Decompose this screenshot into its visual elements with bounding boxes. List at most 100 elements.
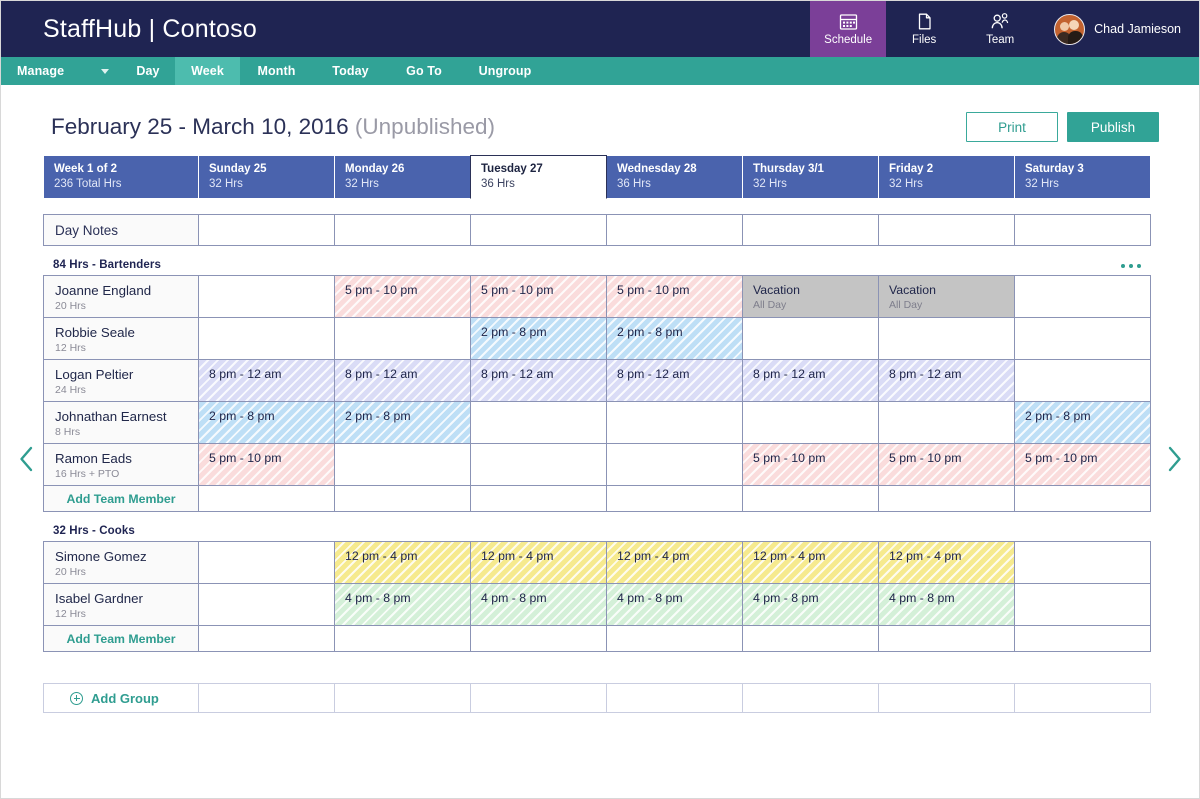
day-column-header[interactable]: Thursday 3/132 Hrs xyxy=(742,155,879,199)
ellipsis-icon[interactable] xyxy=(1121,264,1155,271)
day-column-header[interactable]: Sunday 2532 Hrs xyxy=(198,155,335,199)
shift-cell[interactable]: 5 pm - 10 pm xyxy=(606,275,743,318)
day-notes-cell[interactable] xyxy=(742,214,879,246)
day-notes-cell[interactable] xyxy=(198,214,335,246)
publish-button[interactable]: Publish xyxy=(1067,112,1159,142)
tab-schedule[interactable]: Schedule xyxy=(810,1,886,57)
day-notes-cell[interactable] xyxy=(470,214,607,246)
shift-cell[interactable]: 2 pm - 8 pm xyxy=(1014,401,1151,444)
shift-cell[interactable]: 8 pm - 12 am xyxy=(606,359,743,402)
empty-shift-cell[interactable] xyxy=(606,443,743,486)
day-column-header[interactable]: Monday 2632 Hrs xyxy=(334,155,471,199)
empty-shift-cell[interactable] xyxy=(1014,275,1151,318)
shift-cell[interactable]: 5 pm - 10 pm xyxy=(334,275,471,318)
day-column-header[interactable]: Wednesday 2836 Hrs xyxy=(606,155,743,199)
shift-cell[interactable]: 8 pm - 12 am xyxy=(470,359,607,402)
cmd-day[interactable]: Day xyxy=(121,57,175,85)
add-group-filler-cell xyxy=(198,683,335,713)
empty-shift-cell[interactable] xyxy=(198,541,335,584)
empty-shift-cell[interactable] xyxy=(606,401,743,444)
shift-cell[interactable]: 12 pm - 4 pm xyxy=(606,541,743,584)
shift-cell[interactable]: 8 pm - 12 am xyxy=(878,359,1015,402)
user-profile-chip[interactable]: Chad Jamieson xyxy=(1038,1,1199,57)
shift-cell[interactable]: 4 pm - 8 pm xyxy=(470,583,607,626)
member-hours: 20 Hrs xyxy=(55,299,198,313)
member-name-cell[interactable]: Ramon Eads16 Hrs + PTO xyxy=(43,443,199,486)
shift-cell[interactable]: VacationAll Day xyxy=(878,275,1015,318)
empty-shift-cell[interactable] xyxy=(1014,359,1151,402)
empty-shift-cell[interactable] xyxy=(878,401,1015,444)
day-notes-cell[interactable] xyxy=(878,214,1015,246)
add-group-button[interactable]: Add Group xyxy=(43,683,199,713)
empty-shift-cell[interactable] xyxy=(198,583,335,626)
shift-cell[interactable]: VacationAll Day xyxy=(742,275,879,318)
shift-cell[interactable]: 8 pm - 12 am xyxy=(742,359,879,402)
day-column-header[interactable]: Tuesday 2736 Hrs xyxy=(470,155,607,199)
member-name-cell[interactable]: Simone Gomez20 Hrs xyxy=(43,541,199,584)
previous-week-button[interactable] xyxy=(13,443,39,475)
empty-shift-cell[interactable] xyxy=(470,401,607,444)
week-summary-header[interactable]: Week 1 of 2236 Total Hrs xyxy=(43,155,199,199)
empty-shift-cell[interactable] xyxy=(742,401,879,444)
schedule-page: February 25 - March 10, 2016 (Unpublishe… xyxy=(1,85,1199,798)
member-name-cell[interactable]: Robbie Seale12 Hrs xyxy=(43,317,199,360)
shift-cell[interactable]: 5 pm - 10 pm xyxy=(878,443,1015,486)
page-title-range: February 25 - March 10, 2016 xyxy=(51,114,349,139)
empty-shift-cell[interactable] xyxy=(334,317,471,360)
member-name-cell[interactable]: Isabel Gardner12 Hrs xyxy=(43,583,199,626)
add-member-row: Add Team Member xyxy=(43,485,1157,511)
empty-shift-cell[interactable] xyxy=(198,275,335,318)
shift-cell[interactable]: 8 pm - 12 am xyxy=(334,359,471,402)
shift-cell[interactable]: 2 pm - 8 pm xyxy=(470,317,607,360)
shift-cell[interactable]: 4 pm - 8 pm xyxy=(878,583,1015,626)
shift-cell[interactable]: 2 pm - 8 pm xyxy=(198,401,335,444)
day-notes-cell[interactable] xyxy=(606,214,743,246)
shift-cell[interactable]: 8 pm - 12 am xyxy=(198,359,335,402)
cmd-goto[interactable]: Go To xyxy=(388,57,460,85)
empty-shift-cell[interactable] xyxy=(470,443,607,486)
tab-files[interactable]: Files xyxy=(886,1,962,57)
shift-cell[interactable]: 5 pm - 10 pm xyxy=(470,275,607,318)
add-team-member-button[interactable]: Add Team Member xyxy=(43,625,199,652)
member-name-cell[interactable]: Joanne England20 Hrs xyxy=(43,275,199,318)
status-badge: (Unpublished) xyxy=(355,114,495,139)
shift-cell[interactable]: 12 pm - 4 pm xyxy=(334,541,471,584)
day-column-header[interactable]: Saturday 332 Hrs xyxy=(1014,155,1151,199)
cmd-manage[interactable]: Manage xyxy=(1,57,121,85)
shift-cell[interactable]: 4 pm - 8 pm xyxy=(606,583,743,626)
shift-time: 4 pm - 8 pm xyxy=(617,590,742,606)
shift-cell[interactable]: 12 pm - 4 pm xyxy=(878,541,1015,584)
member-name-cell[interactable]: Johnathan Earnest8 Hrs xyxy=(43,401,199,444)
plus-circle-icon xyxy=(70,692,83,705)
empty-shift-cell[interactable] xyxy=(1014,541,1151,584)
shift-cell[interactable]: 2 pm - 8 pm xyxy=(606,317,743,360)
empty-shift-cell[interactable] xyxy=(1014,317,1151,360)
day-notes-cell[interactable] xyxy=(334,214,471,246)
shift-cell[interactable]: 5 pm - 10 pm xyxy=(742,443,879,486)
cmd-today[interactable]: Today xyxy=(313,57,388,85)
member-name-cell[interactable]: Logan Peltier24 Hrs xyxy=(43,359,199,402)
next-week-button[interactable] xyxy=(1161,443,1187,475)
shift-cell[interactable]: 4 pm - 8 pm xyxy=(742,583,879,626)
shift-time: 2 pm - 8 pm xyxy=(481,324,606,340)
empty-shift-cell[interactable] xyxy=(198,317,335,360)
shift-cell[interactable]: 12 pm - 4 pm xyxy=(742,541,879,584)
empty-shift-cell[interactable] xyxy=(742,317,879,360)
day-notes-cell[interactable] xyxy=(1014,214,1151,246)
shift-cell[interactable]: 5 pm - 10 pm xyxy=(1014,443,1151,486)
day-column-header[interactable]: Friday 232 Hrs xyxy=(878,155,1015,199)
cmd-ungroup[interactable]: Ungroup xyxy=(460,57,550,85)
table-row: Logan Peltier24 Hrs8 pm - 12 am8 pm - 12… xyxy=(43,359,1157,401)
print-button[interactable]: Print xyxy=(966,112,1058,142)
shift-cell[interactable]: 2 pm - 8 pm xyxy=(334,401,471,444)
add-team-member-button[interactable]: Add Team Member xyxy=(43,485,199,512)
empty-shift-cell[interactable] xyxy=(1014,583,1151,626)
shift-cell[interactable]: 4 pm - 8 pm xyxy=(334,583,471,626)
cmd-week[interactable]: Week xyxy=(175,57,240,85)
tab-team[interactable]: Team xyxy=(962,1,1038,57)
cmd-month[interactable]: Month xyxy=(240,57,313,85)
shift-cell[interactable]: 5 pm - 10 pm xyxy=(198,443,335,486)
shift-cell[interactable]: 12 pm - 4 pm xyxy=(470,541,607,584)
empty-shift-cell[interactable] xyxy=(878,317,1015,360)
empty-shift-cell[interactable] xyxy=(334,443,471,486)
